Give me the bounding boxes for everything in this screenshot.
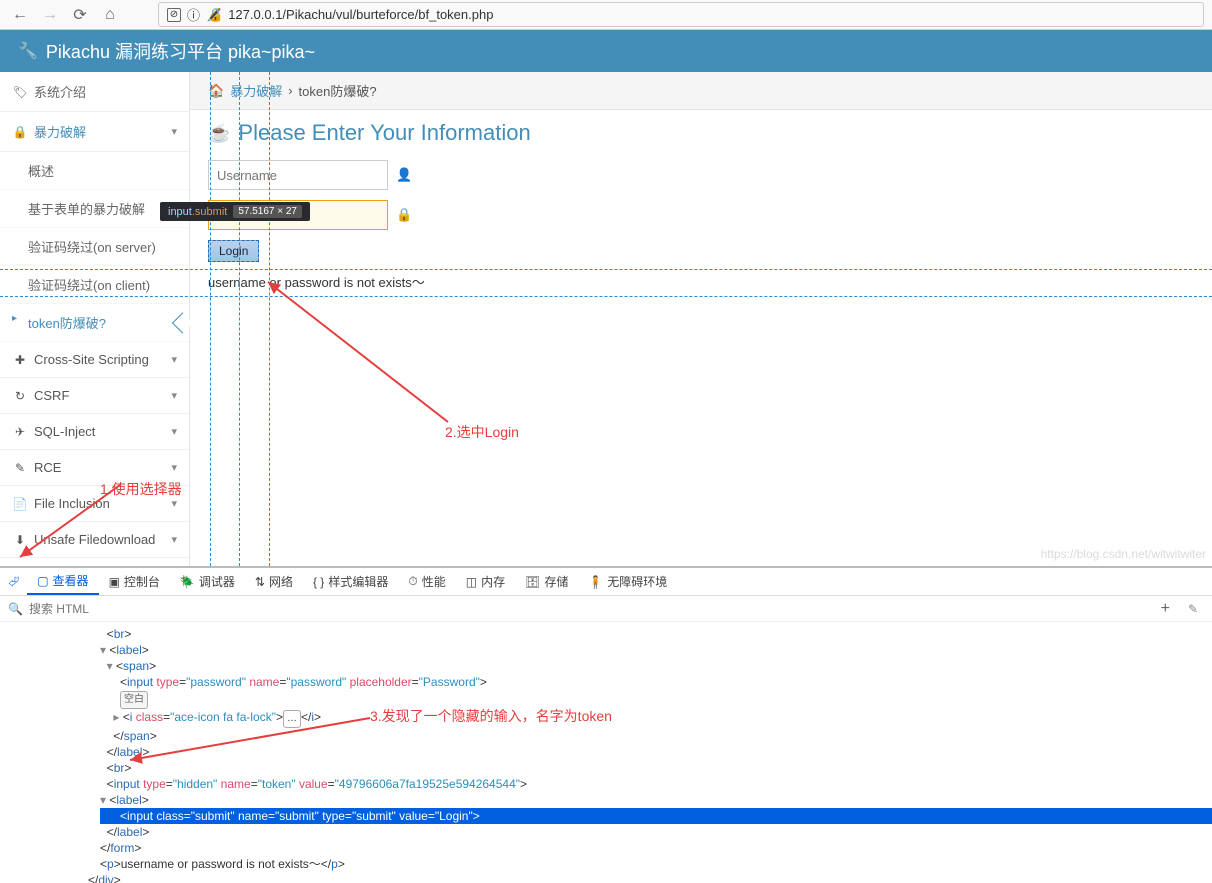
devtools-panel: ⮰ ▢查看器 ▣控制台 🪲调试器 ⇅网络 { }样式编辑器 ⏱性能 ◫内存 🗄存… (0, 566, 1212, 883)
search-icon: 🔍 (8, 602, 23, 616)
chevron-right-icon: ▾ (171, 533, 177, 546)
chevron-right-icon: ▾ (171, 353, 177, 366)
coffee-icon: ☕ (208, 123, 230, 144)
sidebar-sub-token[interactable]: token防爆破? (0, 304, 189, 342)
a11y-icon: 🧍 (588, 575, 603, 589)
storage-icon: 🗄 (525, 575, 540, 589)
chevron-down-icon: ▾ (171, 125, 177, 138)
sidebar-item-download[interactable]: ⬇Unsafe Filedownload▾ (0, 522, 189, 558)
tab-perf[interactable]: ⏱性能 (398, 568, 455, 595)
tab-network[interactable]: ⇅网络 (245, 568, 303, 595)
add-button[interactable]: + (1155, 600, 1176, 618)
bug-icon: ✚ (12, 353, 28, 367)
chevron-right-icon: ▾ (171, 389, 177, 402)
banner-title: Pikachu 漏洞练习平台 pika~pika~ (46, 38, 315, 64)
home-icon[interactable]: 🏠 (208, 83, 224, 99)
info-icon: ⓘ (187, 5, 200, 24)
watermark: https://blog.csdn.net/witwitwiter (1041, 547, 1206, 561)
sidebar-sub-client[interactable]: 验证码绕过(on client) (0, 266, 189, 304)
sidebar-sub-server[interactable]: 验证码绕过(on server) (0, 228, 189, 266)
sidebar-item-intro[interactable]: 🏷 系统介绍 (0, 72, 189, 112)
lock-icon: 🔒 (12, 125, 28, 139)
dom-tree[interactable]: <br> ▾ <label> ▾ <span> <input type="pas… (0, 622, 1212, 883)
breadcrumb-current: token防爆破? (299, 81, 377, 100)
sidebar-item-sql[interactable]: ✈SQL-Inject▾ (0, 414, 189, 450)
tab-memory[interactable]: ◫内存 (456, 568, 515, 595)
tab-debugger[interactable]: 🪲调试器 (170, 568, 245, 595)
breadcrumb-parent[interactable]: 暴力破解 (230, 81, 282, 100)
tag-icon: 🏷 (12, 85, 28, 99)
tab-console[interactable]: ▣控制台 (99, 568, 170, 595)
plane-icon: ✈ (12, 425, 28, 439)
chevron-right-icon: ▾ (171, 497, 177, 510)
tab-a11y[interactable]: 🧍无障碍环境 (578, 568, 677, 595)
home-button[interactable]: ⌂ (98, 3, 122, 27)
breadcrumb: 🏠 暴力破解 › token防爆破? (190, 72, 1212, 110)
sidebar-item-fi[interactable]: 📄File Inclusion▾ (0, 486, 189, 522)
chevron-right-icon: ▾ (171, 461, 177, 474)
style-icon: { } (313, 575, 324, 589)
url-text: 127.0.0.1/Pikachu/vul/burteforce/bf_toke… (228, 7, 493, 22)
sidebar-item-rce[interactable]: ✎RCE▾ (0, 450, 189, 486)
memory-icon: ◫ (466, 575, 477, 589)
back-button[interactable]: ← (8, 3, 32, 27)
inspector-icon: ▢ (37, 574, 48, 588)
file-icon: 📄 (12, 497, 28, 511)
download-icon: ⬇ (12, 533, 28, 547)
main-content: 🏠 暴力破解 › token防爆破? ☕ Please Enter Your I… (190, 72, 1212, 566)
sidebar-item-xss[interactable]: ✚Cross-Site Scripting▾ (0, 342, 189, 378)
shield-icon: ⊘ (167, 8, 181, 22)
breadcrumb-sep: › (288, 83, 292, 98)
sidebar-item-csrf[interactable]: ↻CSRF▾ (0, 378, 189, 414)
reload-button[interactable]: ⟳ (68, 3, 92, 27)
page-title: ☕ Please Enter Your Information (208, 120, 1194, 146)
forward-button[interactable]: → (38, 3, 62, 27)
network-icon: ⇅ (255, 575, 265, 589)
browser-toolbar: ← → ⟳ ⌂ ⊘ ⓘ 🔏 127.0.0.1/Pikachu/vul/burt… (0, 0, 1212, 30)
pencil-icon: ✎ (12, 461, 28, 475)
inspector-tooltip: input.submit 57.5167 × 27 (160, 202, 310, 221)
connection-icon: 🔏 (206, 7, 222, 23)
console-icon: ▣ (109, 575, 120, 589)
tab-inspector[interactable]: ▢查看器 (27, 568, 98, 595)
login-button[interactable]: Login (208, 240, 259, 262)
element-picker-button[interactable]: ⮰ (0, 573, 27, 590)
sidebar: 🏷 系统介绍 🔒 暴力破解 ▾ 概述 基于表单的暴力破解 验证码绕过(on se… (0, 72, 190, 566)
error-message: username or password is not exists～ (208, 272, 1194, 291)
dom-search-input[interactable] (29, 602, 1149, 616)
sidebar-item-brute[interactable]: 🔒 暴力破解 ▾ (0, 112, 189, 152)
devtools-tabs: ⮰ ▢查看器 ▣控制台 🪲调试器 ⇅网络 { }样式编辑器 ⏱性能 ◫内存 🗄存… (0, 568, 1212, 596)
lock-icon: 🔒 (396, 207, 412, 223)
refresh-icon: ↻ (12, 389, 28, 403)
debugger-icon: 🪲 (180, 575, 195, 589)
url-bar[interactable]: ⊘ ⓘ 🔏 127.0.0.1/Pikachu/vul/burteforce/b… (158, 2, 1204, 27)
eyedropper-icon[interactable]: ✎ (1182, 602, 1204, 616)
chevron-right-icon: ▾ (171, 425, 177, 438)
user-icon: 👤 (396, 167, 412, 183)
tab-style[interactable]: { }样式编辑器 (303, 568, 398, 595)
username-input[interactable] (208, 160, 388, 190)
wrench-icon: 🔧 (18, 41, 38, 61)
devtools-search: 🔍 + ✎ (0, 596, 1212, 622)
perf-icon: ⏱ (408, 574, 417, 589)
app-banner: 🔧 Pikachu 漏洞练习平台 pika~pika~ (0, 30, 1212, 72)
sidebar-sub-overview[interactable]: 概述 (0, 152, 189, 190)
tab-storage[interactable]: 🗄存储 (515, 568, 578, 595)
